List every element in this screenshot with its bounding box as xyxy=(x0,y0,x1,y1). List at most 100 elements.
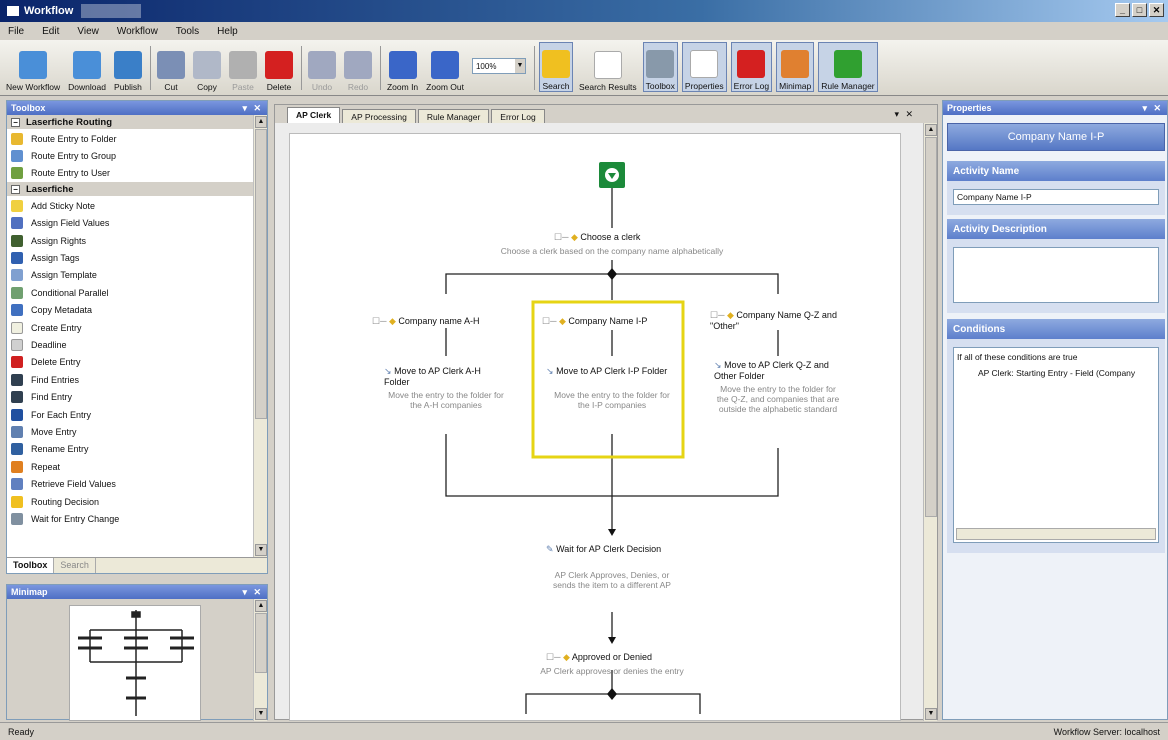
toolbox-item[interactable]: Route Entry to User xyxy=(7,165,255,182)
zoom-in-button[interactable]: Zoom In xyxy=(385,42,420,92)
toolbox-item[interactable]: Retrieve Field Values xyxy=(7,475,255,492)
download-button[interactable]: Download xyxy=(66,42,108,92)
copy-button[interactable]: Copy xyxy=(191,42,223,92)
menu-view[interactable]: View xyxy=(77,26,99,37)
branch-a-label[interactable]: ☐─ ◆ Company name A-H xyxy=(372,316,479,327)
node-move-a-title[interactable]: ↘ Move to AP Clerk A-H Folder xyxy=(384,366,504,387)
status-text: Ready xyxy=(8,726,35,737)
activity-name-header[interactable]: Activity Name xyxy=(947,161,1165,181)
cut-button[interactable]: Cut xyxy=(155,42,187,92)
toolbox-item[interactable]: Assign Tags xyxy=(7,249,255,266)
toolbox-item[interactable]: Delete Entry xyxy=(7,354,255,371)
zoom-select[interactable]: 100% ▼ xyxy=(471,58,526,74)
panel-controls-icon[interactable]: ▾ ✕ xyxy=(242,103,263,114)
menu-tools[interactable]: Tools xyxy=(176,26,199,37)
activity-description-input[interactable] xyxy=(953,247,1159,303)
publish-button[interactable]: Publish xyxy=(112,42,144,92)
activity-name-input[interactable]: Company Name I-P xyxy=(953,189,1159,205)
panel-controls-icon[interactable]: ▾ ✕ xyxy=(1142,103,1163,114)
search-button[interactable]: Search xyxy=(538,42,573,92)
scroll-up-icon[interactable]: ▲ xyxy=(255,116,267,128)
collapse-icon[interactable]: − xyxy=(11,117,20,127)
node-move-b-title[interactable]: ↘ Move to AP Clerk I-P Folder xyxy=(546,366,670,377)
rule-manager-button[interactable]: Rule Manager xyxy=(818,42,878,92)
new-workflow-button[interactable]: New Workflow xyxy=(4,42,62,92)
menu-help[interactable]: Help xyxy=(217,26,238,37)
scroll-thumb[interactable] xyxy=(925,137,937,517)
node-approved-title[interactable]: ☐─ ◆ Approved or Denied xyxy=(546,652,652,663)
scroll-up-icon[interactable]: ▲ xyxy=(255,600,267,612)
undo-button[interactable]: Undo xyxy=(306,42,338,92)
toolbox-scrollbar[interactable]: ▲ ▼ xyxy=(253,115,267,557)
toolbox-category[interactable]: − Laserfiche xyxy=(7,182,255,197)
toolbox-item[interactable]: Move Entry xyxy=(7,423,255,440)
conditions-header[interactable]: Conditions xyxy=(947,319,1165,339)
tab-search[interactable]: Search xyxy=(54,558,96,573)
tab-error-log[interactable]: Error Log xyxy=(491,109,545,123)
scroll-down-icon[interactable]: ▼ xyxy=(255,544,267,556)
paste-button[interactable]: Paste xyxy=(227,42,259,92)
menu-edit[interactable]: Edit xyxy=(42,26,59,37)
chevron-down-icon[interactable]: ▼ xyxy=(514,59,525,73)
toolbox-item-label: For Each Entry xyxy=(31,409,92,420)
document-controls-icon[interactable]: ▾ ✕ xyxy=(894,109,915,120)
toolbox-item[interactable]: For Each Entry xyxy=(7,406,255,423)
conditions-hscrollbar[interactable] xyxy=(956,528,1156,540)
tab-ap-processing[interactable]: AP Processing xyxy=(342,109,416,123)
redo-button[interactable]: Redo xyxy=(342,42,374,92)
tab-rule-manager[interactable]: Rule Manager xyxy=(417,109,490,123)
toolbox-item[interactable]: Repeat xyxy=(7,458,255,475)
activity-description-header[interactable]: Activity Description xyxy=(947,219,1165,239)
scroll-down-icon[interactable]: ▼ xyxy=(255,708,267,720)
properties-button[interactable]: Properties xyxy=(681,42,727,92)
panel-controls-icon[interactable]: ▾ ✕ xyxy=(242,587,263,598)
toolbox-category[interactable]: − Laserfiche Routing xyxy=(7,115,255,129)
app-icon xyxy=(6,5,20,17)
tab-ap-clerk[interactable]: AP Clerk xyxy=(287,107,341,123)
scroll-thumb[interactable] xyxy=(255,129,267,419)
scroll-up-icon[interactable]: ▲ xyxy=(925,124,937,136)
toolbox-item[interactable]: Find Entries xyxy=(7,371,255,388)
toolbox-item[interactable]: Rename Entry xyxy=(7,441,255,458)
designer-scrollbar[interactable]: ▲ ▼ xyxy=(923,123,937,721)
toolbox-item[interactable]: Conditional Parallel xyxy=(7,284,255,301)
toolbox-item[interactable]: Route Entry to Group xyxy=(7,147,255,164)
toolbox-item[interactable]: Copy Metadata xyxy=(7,302,255,319)
minimize-button[interactable]: _ xyxy=(1115,3,1130,17)
delete-button[interactable]: Delete xyxy=(263,42,295,92)
node-move-c-title[interactable]: ↘ Move to AP Clerk Q-Z and Other Folder xyxy=(714,360,838,381)
node-wait-title[interactable]: ✎ Wait for AP Clerk Decision xyxy=(546,544,666,555)
toolbox-item[interactable]: Create Entry xyxy=(7,319,255,336)
toolbox-item[interactable]: Assign Template xyxy=(7,267,255,284)
condition-row[interactable]: AP Clerk: Starting Entry - Field (Compan… xyxy=(978,368,1135,378)
conditions-box[interactable]: If all of these conditions are true AP C… xyxy=(953,347,1159,543)
maximize-button[interactable]: □ xyxy=(1132,3,1147,17)
close-button[interactable]: ✕ xyxy=(1149,3,1164,17)
toolbox-item[interactable]: Deadline xyxy=(7,336,255,353)
branch-c-label[interactable]: ☐─ ◆ Company Name Q-Z and "Other" xyxy=(710,310,850,331)
minimap-button[interactable]: Minimap xyxy=(776,42,815,92)
toolbox-item[interactable]: Assign Rights xyxy=(7,232,255,249)
collapse-icon[interactable]: − xyxy=(11,184,20,194)
designer-scroll-track[interactable]: ▲ ▼ xyxy=(924,123,937,721)
minimap-canvas[interactable] xyxy=(69,605,201,721)
toolbox-item[interactable]: Assign Field Values xyxy=(7,215,255,232)
minimap-scrollbar[interactable]: ▲ ▼ xyxy=(253,599,267,721)
zoom-out-button[interactable]: Zoom Out xyxy=(424,42,466,92)
branch-b-label[interactable]: ☐─ ◆ Company Name I-P xyxy=(542,316,647,327)
scroll-down-icon[interactable]: ▼ xyxy=(925,708,937,720)
error-log-button[interactable]: Error Log xyxy=(730,42,773,92)
toolbox-item[interactable]: Add Sticky Note xyxy=(7,197,255,214)
toolbox-item[interactable]: Route Entry to Folder xyxy=(7,130,255,147)
toolbox-item[interactable]: Routing Decision xyxy=(7,493,255,510)
toolbox-item[interactable]: Find Entry xyxy=(7,388,255,405)
menu-file[interactable]: File xyxy=(8,26,24,37)
workflow-canvas[interactable]: ☐─ ◆ Choose a clerk Choose a clerk based… xyxy=(289,133,901,721)
menu-workflow[interactable]: Workflow xyxy=(117,26,158,37)
tab-toolbox[interactable]: Toolbox xyxy=(7,558,55,573)
search-results-button[interactable]: Search Results xyxy=(577,42,639,92)
toolbox-item[interactable]: Wait for Entry Change xyxy=(7,510,255,527)
toolbox-button[interactable]: Toolbox xyxy=(642,42,678,92)
node-choose-title[interactable]: ☐─ ◆ Choose a clerk xyxy=(554,232,640,243)
scroll-thumb[interactable] xyxy=(255,613,267,673)
